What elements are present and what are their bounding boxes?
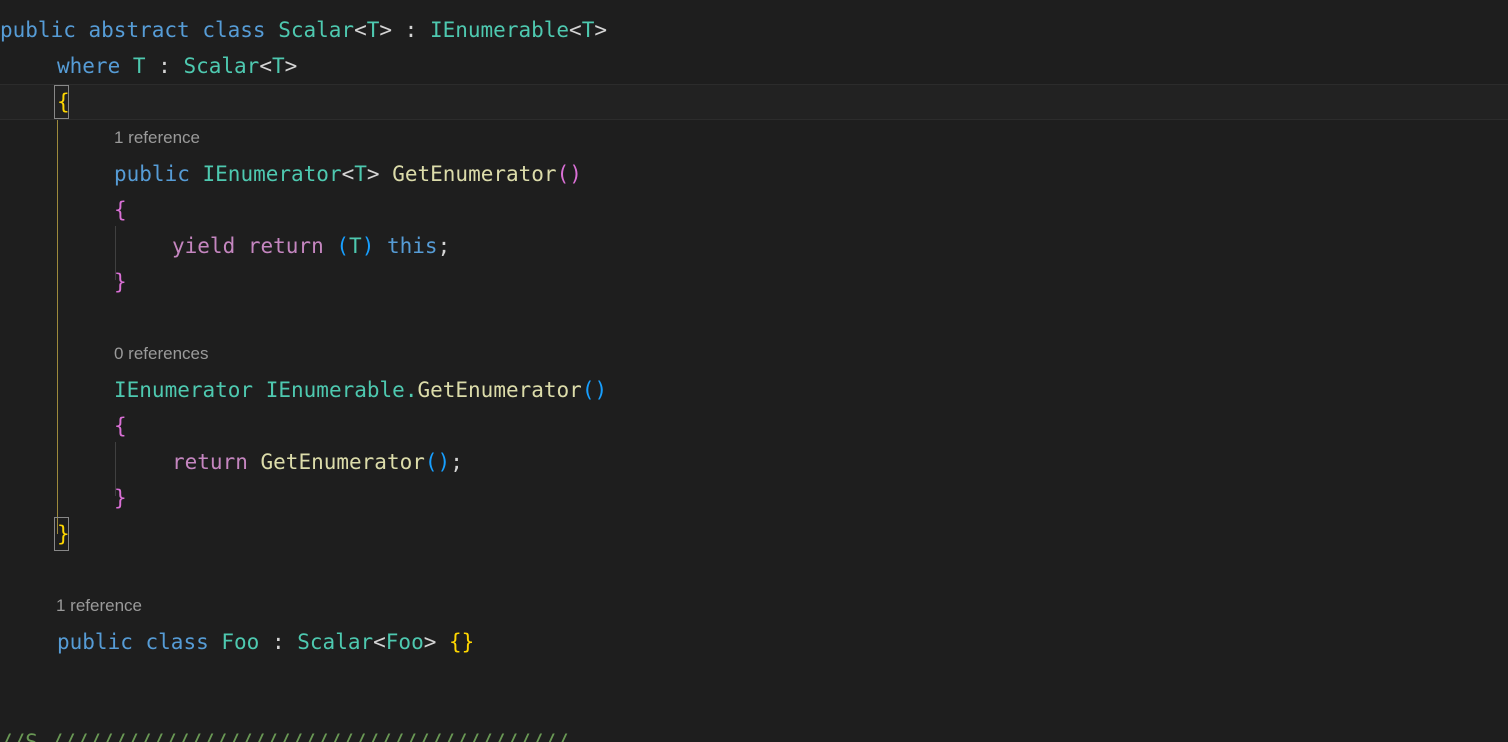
token-function-getenumerator-m1: GetEnumerator (392, 162, 557, 186)
line-class-close-brace[interactable]: } (0, 516, 1508, 552)
token-brace-class-open: { (57, 90, 70, 114)
line-method1-close-brace[interactable]: } (0, 264, 1508, 300)
token-brace-class-close: } (57, 522, 70, 546)
token-keyword-class: class (202, 18, 266, 42)
token-brace-method1-open: { (114, 198, 127, 222)
codelens-explicit-get-enumerator[interactable]: 0 references (0, 340, 1508, 368)
token-dot-m2: . (404, 378, 418, 402)
token-generic-close-where: > (284, 54, 298, 78)
token-type-param-t-where: T (132, 54, 146, 78)
token-semicolon-m2: ; (450, 450, 463, 474)
line-class-declaration[interactable]: public abstract class Scalar<T> : IEnume… (0, 12, 1508, 48)
token-type-ienumerator-m1: IEnumerator (202, 162, 342, 186)
token-keyword-return-m2: return (172, 450, 248, 474)
token-generic-open-where: < (259, 54, 272, 78)
token-cast-type-t: T (349, 234, 362, 258)
token-type-ienumerator-m2: IEnumerator (114, 378, 254, 402)
token-keyword-abstract: abstract (88, 18, 190, 42)
token-brace-method2-open: { (114, 414, 127, 438)
line-method1-signature[interactable]: public IEnumerator<T> GetEnumerator() (0, 156, 1508, 192)
token-type-scalar: Scalar (278, 18, 355, 42)
token-colon-foo: : (259, 630, 298, 654)
token-colon: : (392, 18, 430, 42)
token-type-ienumerable: IEnumerable (429, 18, 570, 42)
token-keyword-public: public (0, 18, 76, 42)
token-type-ienumerable-m2: IEnumerable (265, 378, 405, 402)
line-method2-close-brace[interactable]: } (0, 480, 1508, 516)
line-method2-signature[interactable]: IEnumerator IEnumerable.GetEnumerator() (0, 372, 1508, 408)
token-generic-close-m1: > (366, 162, 380, 186)
line-method1-open-brace[interactable]: { (0, 192, 1508, 228)
token-generic-close-2: > (594, 18, 608, 42)
token-type-param-t-m1: T (354, 162, 367, 186)
token-function-call-getenumerator: GetEnumerator (260, 450, 425, 474)
token-type-param-t: T (366, 18, 380, 42)
token-generic-close: > (379, 18, 393, 42)
token-keyword-public-m1: public (114, 162, 190, 186)
token-parens-call-m2: () (424, 450, 451, 474)
token-generic-close-foo: > (423, 630, 437, 654)
token-type-param-t-where-2: T (271, 54, 285, 78)
token-type-scalar-base: Scalar (297, 630, 374, 654)
token-parens-m2: () (581, 378, 608, 402)
token-type-param-foo: Foo (385, 630, 424, 654)
codelens-top-clipped[interactable]: 2 references (0, 0, 1508, 6)
token-keyword-yield-return: yield return (172, 234, 324, 258)
token-keyword-this: this (387, 234, 438, 258)
token-generic-open-2: < (569, 18, 582, 42)
token-type-scalar-constraint: Scalar (183, 54, 260, 78)
line-bottom-comment-clipped[interactable]: //S ////////////////////////////////////… (0, 724, 1508, 742)
token-keyword-where: where (57, 54, 121, 78)
token-cast-paren-close: ) (361, 234, 375, 258)
token-cast-paren-open: ( (336, 234, 350, 258)
line-class-open-brace[interactable]: { (0, 84, 1508, 120)
token-brace-method1-close: } (114, 270, 127, 294)
token-parens-m1: () (556, 162, 582, 186)
token-keyword-class-foo: class (145, 630, 209, 654)
code-editor-viewport[interactable]: 2 references public abstract class Scala… (0, 0, 1508, 742)
codelens-get-enumerator[interactable]: 1 reference (0, 124, 1508, 152)
line-method2-open-brace[interactable]: { (0, 408, 1508, 444)
token-type-param-t-2: T (581, 18, 595, 42)
token-generic-open-m1: < (341, 162, 355, 186)
token-generic-open-foo: < (373, 630, 386, 654)
line-where-clause[interactable]: where T : Scalar<T> (0, 48, 1508, 84)
line-foo-class-declaration[interactable]: public class Foo : Scalar<Foo> {} (0, 624, 1508, 660)
token-function-getenumerator-m2: GetEnumerator (417, 378, 582, 402)
token-keyword-public-foo: public (57, 630, 133, 654)
token-brace-method2-close: } (114, 486, 127, 510)
token-semicolon-m1: ; (437, 234, 451, 258)
token-colon-where: : (145, 54, 184, 78)
token-generic-open: < (354, 18, 367, 42)
line-method2-return[interactable]: return GetEnumerator(); (0, 444, 1508, 480)
codelens-foo-class[interactable]: 1 reference (0, 592, 1508, 620)
token-braces-foo-empty: {} (449, 630, 475, 654)
token-type-foo: Foo (221, 630, 260, 654)
line-method1-yield-return[interactable]: yield return (T) this; (0, 228, 1508, 264)
